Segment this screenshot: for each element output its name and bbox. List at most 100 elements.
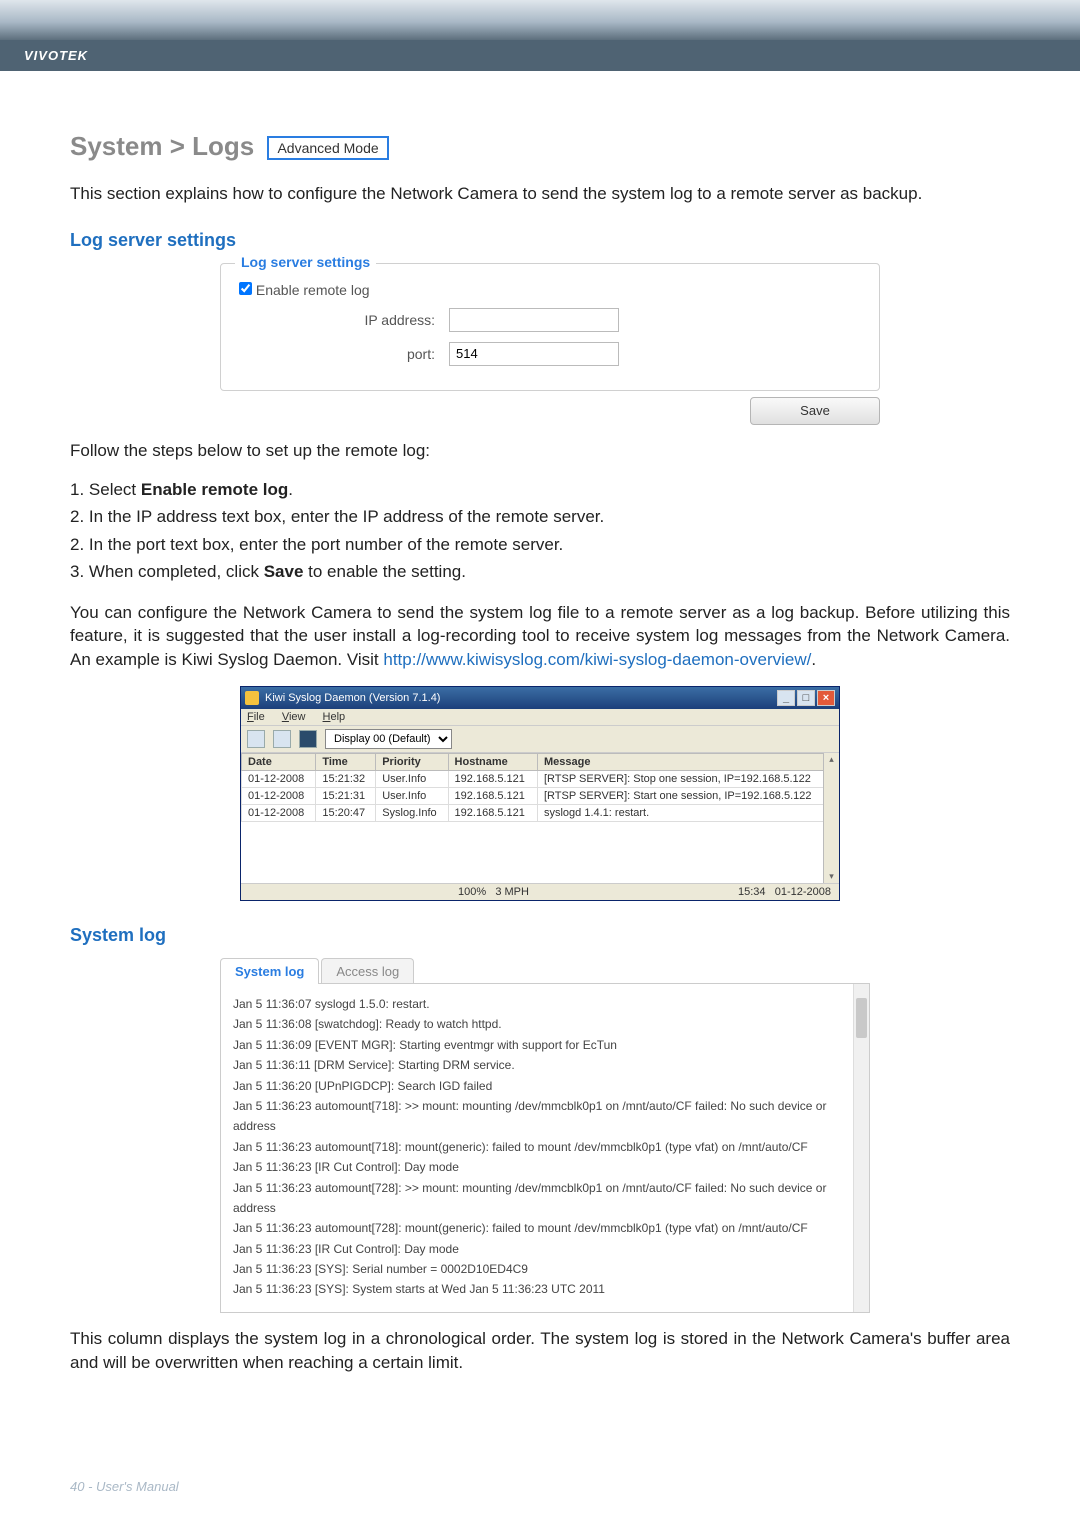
syslog-line: Jan 5 11:36:23 automount[718]: >> mount:… [233,1096,857,1137]
page-heading: System > Logs Advanced Mode [70,131,1010,162]
close-button[interactable]: × [817,690,835,706]
backup-paragraph: You can configure the Network Camera to … [70,601,1010,672]
kiwi-tbody: 01-12-2008 15:21:32 User.Info 192.168.5.… [242,770,839,821]
cell: 01-12-2008 [242,804,316,821]
tab-access-log[interactable]: Access log [321,958,414,984]
syslog-line: Jan 5 11:36:07 syslogd 1.5.0: restart. [233,994,857,1014]
syslog-description: This column displays the system log in a… [70,1327,1010,1375]
cell: [RTSP SERVER]: Stop one session, IP=192.… [537,770,838,787]
status-time: 15:34 [738,886,766,898]
col-priority[interactable]: Priority [376,753,448,770]
toolbar-button-3[interactable] [299,730,317,748]
syslog-lines: Jan 5 11:36:07 syslogd 1.5.0: restart.Ja… [233,994,857,1300]
kiwi-statusbar: 100% 3 MPH 15:34 01-12-2008 [241,883,839,900]
table-row[interactable]: 01-12-2008 15:20:47 Syslog.Info 192.168.… [242,804,839,821]
cell: 15:20:47 [316,804,376,821]
tab-system-log[interactable]: System log [220,958,319,984]
top-gradient-band [0,0,1080,40]
cell: syslogd 1.4.1: restart. [537,804,838,821]
cell: 01-12-2008 [242,770,316,787]
cell: User.Info [376,770,448,787]
cell: Syslog.Info [376,804,448,821]
menu-file[interactable]: File [247,711,265,723]
maximize-button[interactable]: □ [797,690,815,706]
cell: User.Info [376,787,448,804]
toolbar-button-2[interactable] [273,730,291,748]
save-button[interactable]: Save [750,397,880,425]
syslog-line: Jan 5 11:36:20 [UPnPIGDCP]: Search IGD f… [233,1076,857,1096]
step-item: 3. When completed, click Save to enable … [70,559,1010,585]
cell: 15:21:31 [316,787,376,804]
follow-steps-intro: Follow the steps below to set up the rem… [70,439,1010,463]
kiwi-menubar: File View Help [241,709,839,726]
syslog-line: Jan 5 11:36:23 automount[728]: mount(gen… [233,1218,857,1238]
cell: 15:21:32 [316,770,376,787]
kiwi-window-wrap: Kiwi Syslog Daemon (Version 7.1.4) _ □ ×… [240,686,840,901]
syslog-line: Jan 5 11:36:09 [EVENT MGR]: Starting eve… [233,1035,857,1055]
cell: 01-12-2008 [242,787,316,804]
col-date[interactable]: Date [242,753,316,770]
status-rate: 3 MPH [495,886,529,898]
log-server-panel-wrap: Log server settings Enable remote log IP… [220,263,880,425]
kiwi-app-icon [245,691,259,705]
save-row: Save [220,397,880,425]
kiwi-titlebar: Kiwi Syslog Daemon (Version 7.1.4) _ □ × [241,687,839,709]
page-content: System > Logs Advanced Mode This section… [0,71,1080,1449]
kiwi-window: Kiwi Syslog Daemon (Version 7.1.4) _ □ ×… [240,686,840,901]
kiwi-header-row: Date Time Priority Hostname Message [242,753,839,770]
cell: 192.168.5.121 [448,787,537,804]
cell: [RTSP SERVER]: Start one session, IP=192… [537,787,838,804]
steps-list: 1. Select Enable remote log. 2. In the I… [70,477,1010,585]
system-log-heading: System log [70,925,1010,946]
menu-view[interactable]: View [282,711,306,723]
menu-help[interactable]: Help [323,711,346,723]
ip-address-label: IP address: [239,312,449,328]
enable-remote-log-label: Enable remote log [256,282,370,298]
table-row[interactable]: 01-12-2008 15:21:31 User.Info 192.168.5.… [242,787,839,804]
step-item: 2. In the IP address text box, enter the… [70,504,1010,530]
syslog-line: Jan 5 11:36:23 [IR Cut Control]: Day mod… [233,1157,857,1177]
enable-remote-log-checkbox[interactable] [239,282,252,295]
syslog-line: Jan 5 11:36:23 [IR Cut Control]: Day mod… [233,1239,857,1259]
backup-suffix: . [811,650,816,669]
display-select[interactable]: Display 00 (Default) [325,729,452,749]
port-input[interactable] [449,342,619,366]
footer-text: 40 - User's Manual [70,1479,179,1494]
scroll-up-icon[interactable]: ▴ [829,754,834,765]
col-time[interactable]: Time [316,753,376,770]
ip-address-row: IP address: [239,308,861,332]
page-footer: 40 - User's Manual [0,1449,1080,1524]
port-row: port: [239,342,861,366]
port-label: port: [239,346,449,362]
step-item: 2. In the port text box, enter the port … [70,532,1010,558]
kiwi-toolbar: Display 00 (Default) [241,726,839,753]
system-log-panel: System log Access log Jan 5 11:36:07 sys… [220,958,870,1313]
cell: 192.168.5.121 [448,804,537,821]
kiwi-window-title: Kiwi Syslog Daemon (Version 7.1.4) [265,692,440,704]
syslog-line: Jan 5 11:36:08 [swatchdog]: Ready to wat… [233,1014,857,1034]
syslog-scroll-thumb[interactable] [856,998,867,1038]
log-server-panel: Log server settings Enable remote log IP… [220,263,880,391]
panel-title: Log server settings [235,254,376,270]
status-date: 01-12-2008 [775,886,831,898]
table-row[interactable]: 01-12-2008 15:21:32 User.Info 192.168.5.… [242,770,839,787]
brand-name: VIVOTEK [24,48,88,63]
enable-remote-log-row: Enable remote log [239,282,861,298]
syslog-line: Jan 5 11:36:11 [DRM Service]: Starting D… [233,1055,857,1075]
kiwi-scrollbar[interactable]: ▴ ▾ [823,753,839,883]
log-server-settings-heading: Log server settings [70,230,1010,251]
brand-bar: VIVOTEK [0,40,1080,71]
scroll-down-icon[interactable]: ▾ [829,871,834,882]
minimize-button[interactable]: _ [777,690,795,706]
syslog-box: Jan 5 11:36:07 syslogd 1.5.0: restart.Ja… [220,983,870,1313]
syslog-scrollbar[interactable] [853,984,869,1312]
syslog-line: Jan 5 11:36:23 automount[718]: mount(gen… [233,1137,857,1157]
kiwi-link[interactable]: http://www.kiwisyslog.com/kiwi-syslog-da… [383,650,811,669]
col-message[interactable]: Message [537,753,838,770]
step-item: 1. Select Enable remote log. [70,477,1010,503]
col-hostname[interactable]: Hostname [448,753,537,770]
toolbar-button-1[interactable] [247,730,265,748]
window-controls: _ □ × [777,690,835,706]
kiwi-grid: Date Time Priority Hostname Message 01-1… [241,753,839,822]
ip-address-input[interactable] [449,308,619,332]
